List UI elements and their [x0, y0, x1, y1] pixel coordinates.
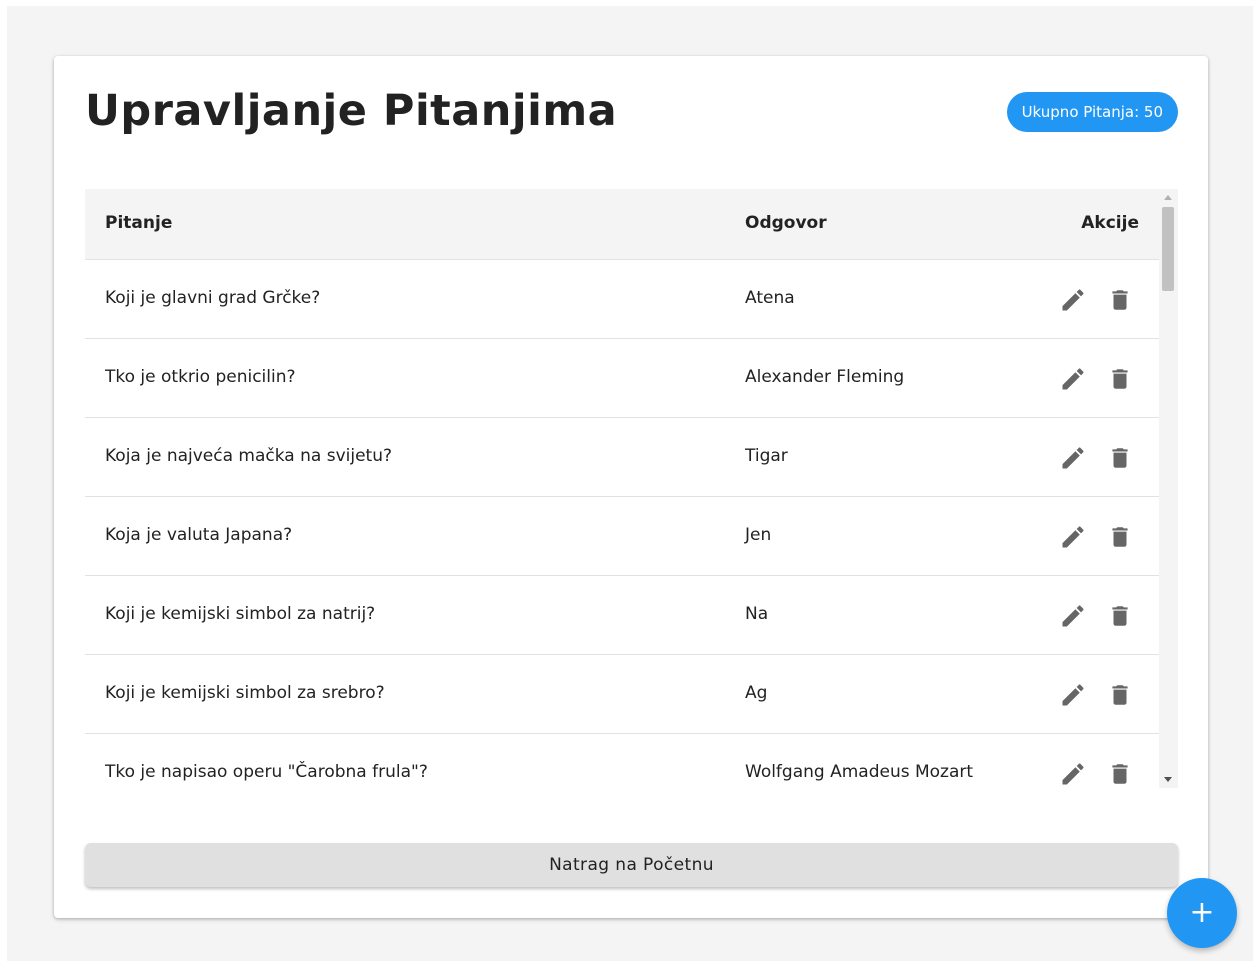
pencil-icon: [1062, 526, 1084, 548]
trash-icon: [1112, 448, 1128, 468]
delete-button[interactable]: [1107, 523, 1133, 551]
total-questions-badge: Ukupno Pitanja: 50: [1006, 92, 1178, 132]
table-row: Koji je kemijski simbol za srebro? Ag: [85, 655, 1159, 734]
question-cell: Koja je valuta Japana?: [105, 525, 293, 545]
trash-icon: [1112, 685, 1128, 705]
delete-button[interactable]: [1107, 681, 1133, 709]
answer-cell: Alexander Fleming: [745, 367, 905, 387]
edit-button[interactable]: [1059, 760, 1087, 788]
trash-icon: [1112, 606, 1128, 626]
delete-button[interactable]: [1107, 760, 1133, 788]
edit-button[interactable]: [1059, 523, 1087, 551]
add-question-button[interactable]: +: [1167, 878, 1237, 948]
edit-button[interactable]: [1059, 602, 1087, 630]
question-cell: Koji je kemijski simbol za srebro?: [105, 683, 385, 703]
question-cell: Koji je kemijski simbol za natrij?: [105, 604, 376, 624]
table-scrollbar[interactable]: [1159, 189, 1178, 788]
pencil-icon: [1062, 447, 1084, 469]
column-header-answer: Odgovor: [745, 213, 827, 233]
question-cell: Tko je otkrio penicilin?: [105, 367, 296, 387]
table-row: Tko je napisao operu "Čarobna frula"? Wo…: [85, 734, 1159, 788]
column-header-question: Pitanje: [105, 213, 173, 233]
column-header-actions: Akcije: [1081, 213, 1139, 233]
pencil-icon: [1062, 368, 1084, 390]
table-row: Koji je glavni grad Grčke? Atena: [85, 260, 1159, 339]
table-body: Koji je glavni grad Grčke? Atena Tko je …: [85, 260, 1159, 788]
pencil-icon: [1062, 684, 1084, 706]
questions-table: Pitanje Odgovor Akcije Koji je glavni gr…: [85, 189, 1178, 788]
scroll-thumb[interactable]: [1162, 207, 1174, 291]
answer-cell: Atena: [745, 288, 795, 308]
table-row: Koji je kemijski simbol za natrij? Na: [85, 576, 1159, 655]
delete-button[interactable]: [1107, 365, 1133, 393]
trash-icon: [1112, 290, 1128, 310]
table-row: Koja je valuta Japana? Jen: [85, 497, 1159, 576]
edit-button[interactable]: [1059, 681, 1087, 709]
question-cell: Koja je najveća mačka na svijetu?: [105, 446, 393, 466]
scroll-down-arrow-icon[interactable]: [1164, 777, 1172, 782]
delete-button[interactable]: [1107, 602, 1133, 630]
table-row: Tko je otkrio penicilin? Alexander Flemi…: [85, 339, 1159, 418]
question-cell: Tko je napisao operu "Čarobna frula"?: [105, 762, 428, 782]
answer-cell: Wolfgang Amadeus Mozart: [745, 762, 974, 782]
edit-button[interactable]: [1059, 286, 1087, 314]
pencil-icon: [1062, 763, 1084, 785]
table-row: Koja je najveća mačka na svijetu? Tigar: [85, 418, 1159, 497]
delete-button[interactable]: [1107, 286, 1133, 314]
answer-cell: Tigar: [745, 446, 788, 466]
delete-button[interactable]: [1107, 444, 1133, 472]
questions-card: Upravljanje Pitanjima Ukupno Pitanja: 50…: [54, 56, 1208, 918]
table-header: Pitanje Odgovor Akcije: [85, 189, 1159, 260]
answer-cell: Na: [745, 604, 769, 624]
scroll-up-arrow-icon[interactable]: [1164, 195, 1172, 200]
trash-icon: [1112, 527, 1128, 547]
back-to-home-button[interactable]: Natrag na Početnu: [85, 843, 1178, 887]
pencil-icon: [1062, 289, 1084, 311]
page-title: Upravljanje Pitanjima: [85, 86, 618, 136]
trash-icon: [1112, 764, 1128, 784]
question-cell: Koji je glavni grad Grčke?: [105, 288, 321, 308]
answer-cell: Ag: [745, 683, 768, 703]
answer-cell: Jen: [745, 525, 772, 545]
trash-icon: [1112, 369, 1128, 389]
pencil-icon: [1062, 605, 1084, 627]
edit-button[interactable]: [1059, 444, 1087, 472]
edit-button[interactable]: [1059, 365, 1087, 393]
